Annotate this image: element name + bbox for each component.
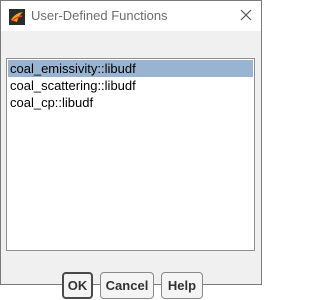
cancel-button[interactable]: Cancel bbox=[100, 272, 154, 299]
help-button[interactable]: Help bbox=[161, 272, 203, 299]
list-item[interactable]: coal_cp::libudf bbox=[8, 94, 253, 111]
list-item[interactable]: coal_scattering::libudf bbox=[8, 77, 253, 94]
dialog-body: coal_emissivity::libudf coal_scattering:… bbox=[1, 31, 261, 299]
ok-button[interactable]: OK bbox=[62, 272, 93, 299]
udf-dialog: User-Defined Functions coal_emissivity::… bbox=[0, 0, 262, 299]
title-bar[interactable]: User-Defined Functions bbox=[1, 1, 261, 31]
list-item[interactable]: coal_emissivity::libudf bbox=[8, 60, 253, 77]
fluent-app-icon bbox=[9, 9, 25, 25]
button-bar: OK Cancel Help bbox=[1, 272, 261, 300]
udf-listbox[interactable]: coal_emissivity::libudf coal_scattering:… bbox=[6, 58, 255, 251]
window-title: User-Defined Functions bbox=[31, 8, 168, 23]
close-icon[interactable] bbox=[238, 7, 254, 23]
